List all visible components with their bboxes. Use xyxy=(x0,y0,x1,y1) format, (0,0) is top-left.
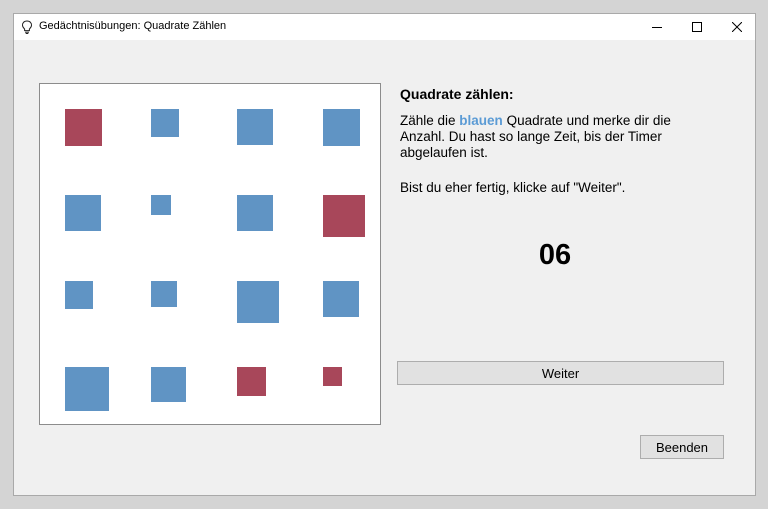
square-blue xyxy=(237,281,279,323)
maximize-button[interactable] xyxy=(677,14,717,40)
square-canvas xyxy=(39,83,381,425)
instruction-prefix: Zähle die xyxy=(400,113,460,128)
title-bar: Gedächtnisübungen: Quadrate Zählen xyxy=(14,14,755,40)
square-blue xyxy=(65,367,109,411)
minimize-icon xyxy=(652,27,662,28)
square-blue xyxy=(323,281,359,317)
client-area: Quadrate zählen: Zähle die blauen Quadra… xyxy=(14,40,755,496)
window-title: Gedächtnisübungen: Quadrate Zählen xyxy=(39,20,227,32)
square-blue xyxy=(65,195,101,231)
close-icon xyxy=(732,22,742,32)
square-blue xyxy=(323,109,360,146)
maximize-icon xyxy=(692,22,702,32)
square-blue xyxy=(65,281,93,309)
square-blue xyxy=(151,109,179,137)
square-blue xyxy=(237,109,273,145)
square-blue xyxy=(151,195,171,215)
instruction-text: Zähle die blauen Quadrate und merke dir … xyxy=(400,113,710,161)
square-red xyxy=(323,195,365,237)
square-blue xyxy=(151,281,177,307)
instruction-keyword: blauen xyxy=(459,113,503,128)
square-red xyxy=(323,367,342,386)
square-blue xyxy=(151,367,186,402)
countdown-timer: 06 xyxy=(538,239,572,271)
next-button[interactable]: Weiter xyxy=(397,361,724,385)
minimize-button[interactable] xyxy=(637,14,677,40)
square-blue xyxy=(237,195,273,231)
lightbulb-icon xyxy=(21,20,33,34)
square-red xyxy=(65,109,102,146)
close-button[interactable] xyxy=(717,14,757,40)
hint-text: Bist du eher fertig, klicke auf "Weiter"… xyxy=(400,180,626,195)
app-window: Gedächtnisübungen: Quadrate Zählen Quadr… xyxy=(13,13,756,496)
square-red xyxy=(237,367,266,396)
exercise-heading: Quadrate zählen: xyxy=(400,86,514,102)
quit-button[interactable]: Beenden xyxy=(640,435,724,459)
